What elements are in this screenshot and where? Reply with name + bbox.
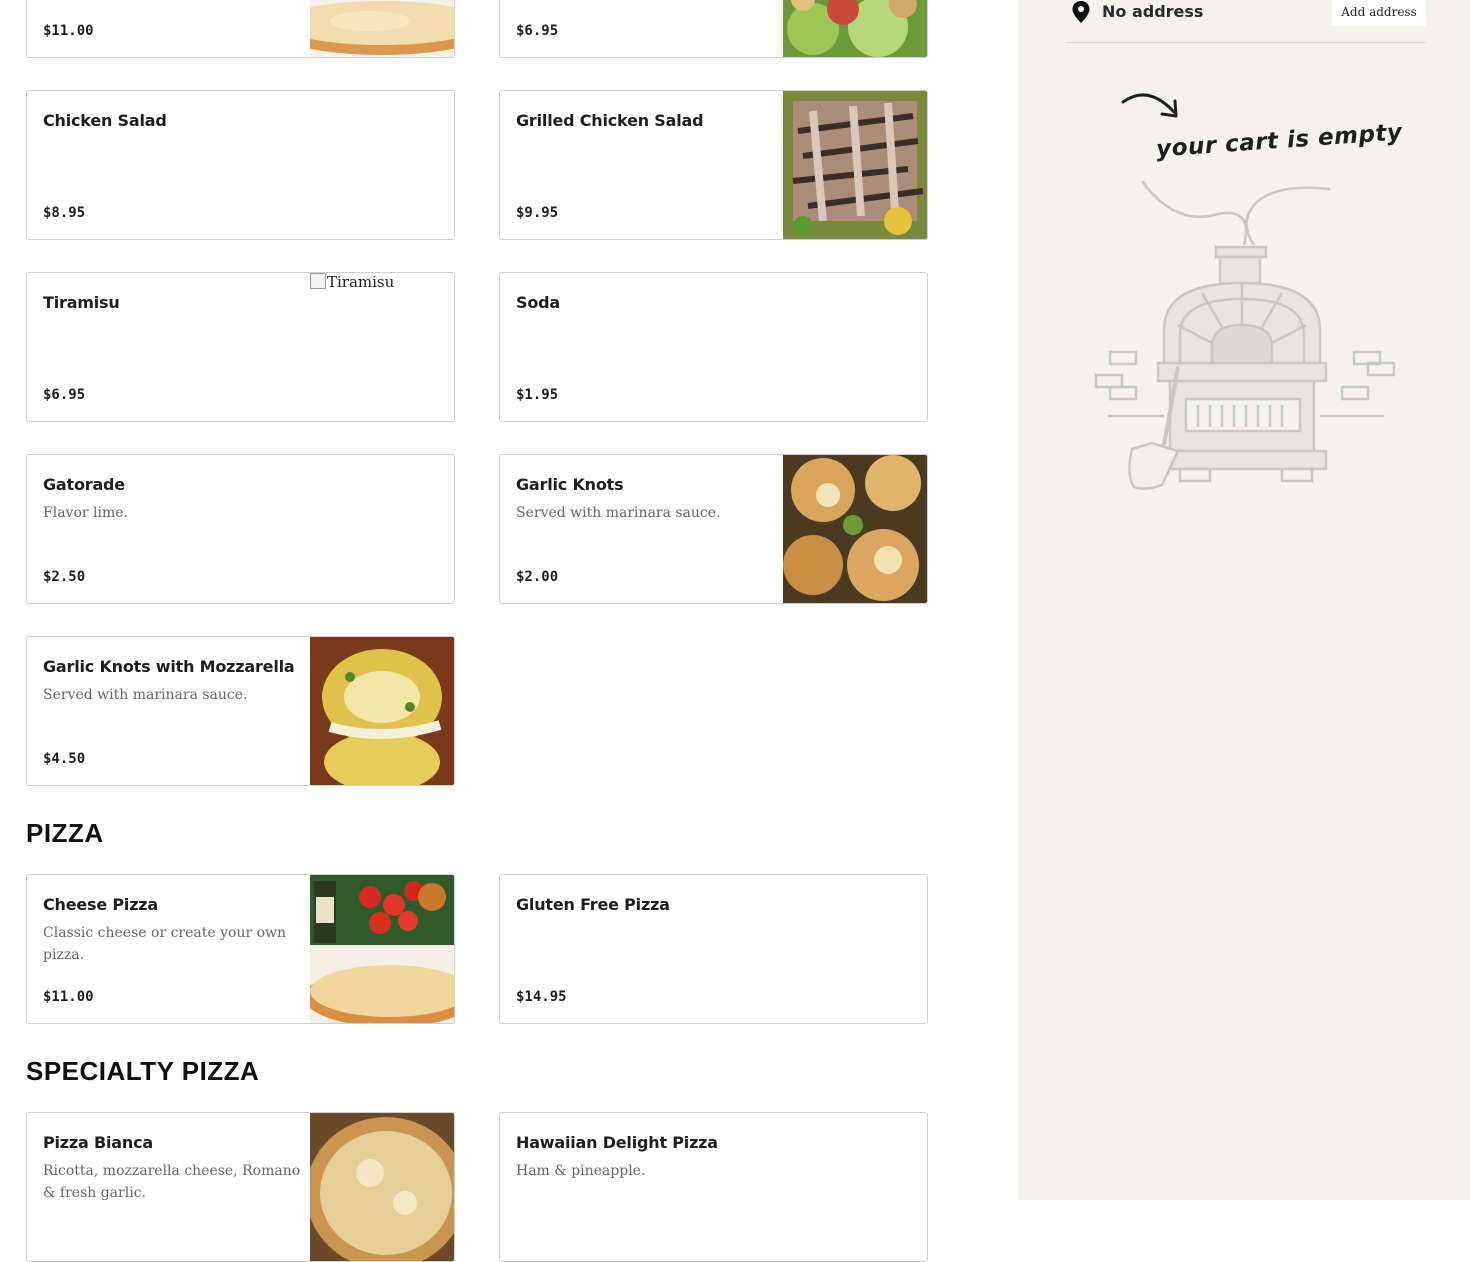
menu-item-card[interactable]: Gluten Free Pizza $14.95 [499, 874, 928, 1024]
empty-cart-message: your cart is empty [1155, 119, 1404, 163]
item-photo [310, 875, 454, 1023]
item-price: $6.95 [516, 23, 559, 39]
menu-item-card[interactable]: Chicken Salad $8.95 [26, 90, 455, 240]
item-description: Ricotta, mozzarella cheese, Romano & fre… [43, 1163, 301, 1201]
pizza-oven-illustration [1094, 175, 1399, 498]
menu-item-card[interactable]: Gatorade Flavor lime. $2.50 [26, 454, 455, 604]
item-description: Classic cheese or create your own pizza. [43, 925, 287, 963]
menu-panel: $11.00 $6.95 Chicken Salad $8.95 Grilled… [0, 0, 1018, 1262]
item-price: $11.00 [43, 23, 94, 39]
image-alt-text: Tiramisu [327, 273, 395, 291]
item-description: Flavor lime. [43, 505, 128, 521]
item-price: $11.00 [43, 989, 94, 1005]
item-photo [783, 455, 927, 603]
item-name: Pizza Bianca [43, 1133, 153, 1152]
item-price: $14.95 [516, 989, 567, 1005]
item-photo [783, 91, 927, 239]
menu-item-card[interactable]: Hawaiian Delight Pizza Ham & pineapple. [499, 1112, 928, 1262]
broken-image: Tiramisu [310, 273, 394, 291]
item-price: $2.00 [516, 569, 559, 585]
item-description: Ham & pineapple. [516, 1163, 646, 1179]
item-name: Soda [516, 293, 560, 312]
item-name: Hawaiian Delight Pizza [516, 1133, 718, 1152]
item-name: Gatorade [43, 475, 125, 494]
item-photo [310, 0, 454, 57]
menu-item-card[interactable]: Cheese Pizza Classic cheese or create yo… [26, 874, 455, 1024]
curved-arrow-icon [1118, 88, 1188, 129]
item-photo [783, 0, 927, 57]
item-name: Cheese Pizza [43, 895, 159, 914]
item-name: Tiramisu [43, 293, 120, 312]
item-description: Served with marinara sauce. [43, 687, 248, 703]
item-name: Chicken Salad [43, 111, 167, 130]
menu-item-card[interactable]: Grilled Chicken Salad $9.95 [499, 90, 928, 240]
item-price: $9.95 [516, 205, 559, 221]
item-photo [310, 1113, 454, 1261]
item-name: Garlic Knots [516, 475, 624, 494]
location-pin-icon [1069, 0, 1093, 29]
menu-item-card[interactable]: Tiramisu Tiramisu $6.95 [26, 272, 455, 422]
address-text: No address [1102, 2, 1204, 21]
item-price: $2.50 [43, 569, 86, 585]
item-price: $1.95 [516, 387, 559, 403]
item-name: Gluten Free Pizza [516, 895, 670, 914]
address-row: No address Add address [1066, 0, 1426, 43]
item-name: Grilled Chicken Salad [516, 111, 704, 130]
menu-item-card[interactable]: $11.00 [26, 0, 455, 58]
item-price: $8.95 [43, 205, 86, 221]
section-title: SPECIALTY PIZZA [26, 1056, 260, 1086]
menu-item-card[interactable]: Garlic Knots Served with marinara sauce.… [499, 454, 928, 604]
add-address-button[interactable]: Add address [1332, 0, 1426, 26]
cart-sidebar: No address Add address your cart is empt… [1018, 0, 1470, 1200]
section-title: PIZZA [26, 818, 104, 848]
item-name: Garlic Knots with Mozzarella [43, 657, 295, 676]
menu-item-card[interactable]: Soda $1.95 [499, 272, 928, 422]
menu-item-card[interactable]: Pizza Bianca Ricotta, mozzarella cheese,… [26, 1112, 455, 1262]
item-price: $6.95 [43, 387, 86, 403]
menu-item-card[interactable]: $6.95 [499, 0, 928, 58]
item-description: Served with marinara sauce. [516, 505, 721, 521]
item-photo [310, 637, 454, 785]
menu-item-card[interactable]: Garlic Knots with Mozzarella Served with… [26, 636, 455, 786]
item-price: $4.50 [43, 751, 86, 767]
broken-image-icon [310, 273, 326, 289]
